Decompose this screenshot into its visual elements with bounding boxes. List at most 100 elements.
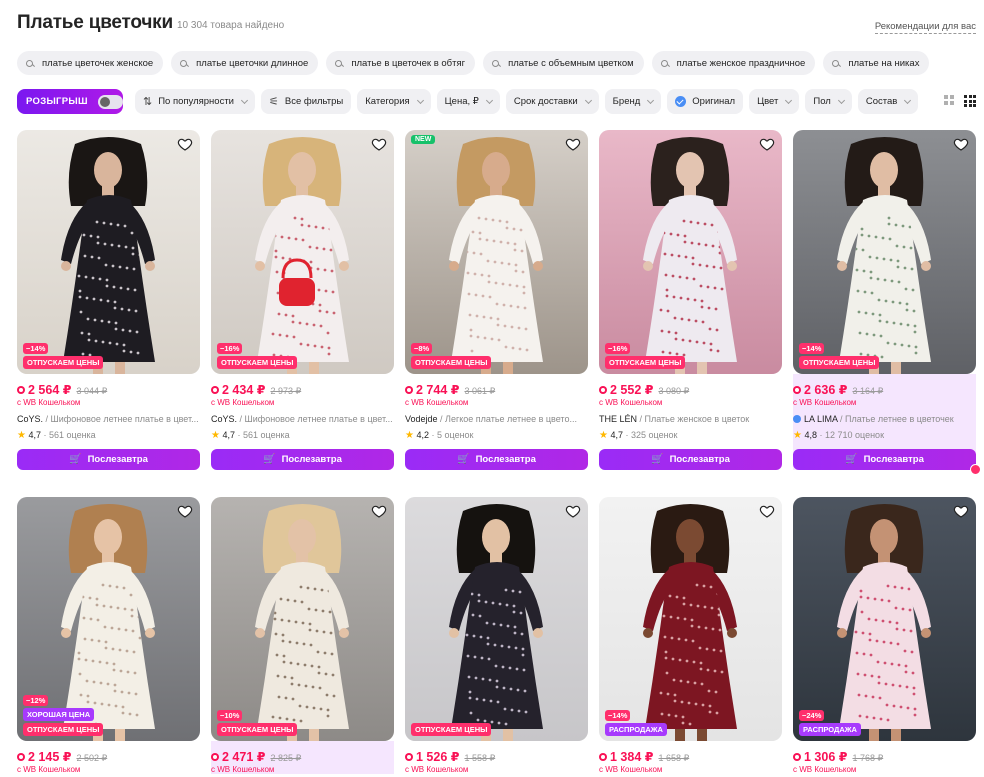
product-card[interactable]: −16% ОТПУСКАЕМ ЦЕНЫ 2 434 ₽ 2 973 ₽ с WB Кош… [211,130,394,470]
product-image[interactable]: NEW −8% ОТПУСКАЕМ ЦЕНЫ [405,130,588,374]
product-info: 2 552 ₽ 3 080 ₽ с WB Кошельком THE LÉN / Пл… [599,374,782,470]
small-grid-icon[interactable] [964,95,976,107]
wallet-icon [405,752,413,761]
filter-gender[interactable]: Пол [805,89,852,114]
product-card[interactable]: −12% ХОРОШАЯ ЦЕНА ОТПУСКАЕМ ЦЕНЫ 2 145 ₽ 2 5… [17,497,200,774]
product-name[interactable]: THE LÉN / Платье женское в цветок [599,414,782,424]
product-image[interactable]: −12% ХОРОШАЯ ЦЕНА ОТПУСКАЕМ ЦЕНЫ [17,497,200,741]
heart-icon[interactable] [565,136,581,152]
suggestion-chips: платье цветочек женское платье цветочки д… [17,51,930,75]
badge-stack: −16% ОТПУСКАЕМ ЦЕНЫ [217,343,298,369]
suggestion-chip[interactable]: платье цветочки длинное [171,51,319,75]
heart-icon[interactable] [759,503,775,519]
view-switcher [944,95,976,107]
old-price: 1 558 ₽ [464,752,496,763]
results-count: 10 304 товара найдено [177,20,285,31]
filter-label: Пол [813,96,831,107]
product-card[interactable]: −14% ОТПУСКАЕМ ЦЕНЫ 2 636 ₽ 3 164 ₽ с WB Кош… [793,130,981,475]
buy-button[interactable]: 🛒 Послезавтра [793,449,976,470]
discount-badge: −16% [217,343,243,354]
product-card[interactable]: −14% ОТПУСКАЕМ ЦЕНЫ 2 564 ₽ 3 044 ₽ с WB Кош… [17,130,200,470]
heart-icon[interactable] [953,503,969,519]
heart-icon[interactable] [177,136,193,152]
product-image[interactable]: −16% ОТПУСКАЕМ ЦЕНЫ [599,130,782,374]
sort-dropdown[interactable]: ⇅ По популярности [135,89,255,114]
cart-icon: 🛒 [457,454,470,465]
brand: THE LÉN [599,414,638,424]
large-grid-icon[interactable] [944,95,954,107]
heart-icon[interactable] [759,136,775,152]
star-icon: ★ [211,430,220,441]
product-info: 1 526 ₽ 1 558 ₽ с WB Кошельком [405,741,588,774]
star-icon: ★ [793,430,802,441]
cart-icon: 🛒 [845,454,858,465]
all-filters-button[interactable]: ⚟ Все фильтры [261,89,352,114]
buy-button[interactable]: 🛒 Послезавтра [599,449,782,470]
filter-price[interactable]: Цена, ₽ [436,89,500,114]
product-image[interactable]: −10% ОТПУСКАЕМ ЦЕНЫ [211,497,394,741]
product-image[interactable]: ОТПУСКАЕМ ЦЕНЫ [405,497,588,741]
cart-icon: 🛒 [651,454,664,465]
suggestion-chip[interactable]: платье цветочек женское [17,51,164,75]
product-image[interactable]: −14% РАСПРОДАЖА [599,497,782,741]
old-price: 3 080 ₽ [658,385,690,396]
product-name[interactable]: CoYS. / Шифоновое летнее платье в цвет..… [211,414,394,424]
filter-category[interactable]: Категория [357,89,431,114]
product-card[interactable]: −16% ОТПУСКАЕМ ЦЕНЫ 2 552 ₽ 3 080 ₽ с WB Кош… [599,130,782,470]
price: 2 434 ₽ [211,382,265,397]
heart-icon[interactable] [953,136,969,152]
product-name[interactable]: CoYS. / Шифоновое летнее платье в цвет..… [17,414,200,424]
product-card[interactable]: ОТПУСКАЕМ ЦЕНЫ 1 526 ₽ 1 558 ₽ с WB Кошельк… [405,497,588,774]
heart-icon[interactable] [565,503,581,519]
suggestion-chip[interactable]: платье в цветочек в обтяг [326,51,476,75]
promo-badge: ОТПУСКАЕМ ЦЕНЫ [217,356,298,369]
suggestion-chip[interactable]: платье на никах [823,51,930,75]
promo-badge: РАСПРОДАЖА [605,723,667,736]
chevron-down-icon [837,96,845,104]
product-image[interactable]: −14% ОТПУСКАЕМ ЦЕНЫ [793,130,976,374]
product-name[interactable]: Vodejde / Легкое платье летнее в цвето..… [405,414,588,424]
recommendations-link[interactable]: Рекомендации для вас [874,21,976,34]
product-image[interactable]: −16% ОТПУСКАЕМ ЦЕНЫ [211,130,394,374]
promo-badge: ОТПУСКАЕМ ЦЕНЫ [799,356,880,369]
buy-button[interactable]: 🛒 Послезавтра [17,449,200,470]
product-image[interactable]: −24% РАСПРОДАЖА [793,497,976,741]
suggestion-chip[interactable]: платье с объемным цветком [483,51,644,75]
buy-button[interactable]: 🛒 Послезавтра [211,449,394,470]
product-info: 2 636 ₽ 3 164 ₽ с WB Кошельком LA LIMA / Пл… [793,374,981,475]
badge-stack: −16% ОТПУСКАЕМ ЦЕНЫ [605,343,686,369]
product-image[interactable]: −14% ОТПУСКАЕМ ЦЕНЫ [17,130,200,374]
product-card[interactable]: −14% РАСПРОДАЖА 1 384 ₽ 1 658 ₽ с WB Кошельк… [599,497,782,774]
product-card[interactable]: NEW −8% ОТПУСКАЕМ ЦЕНЫ 2 744 ₽ 3 061 ₽ с WB К… [405,130,588,470]
product-info: 2 145 ₽ 2 502 ₽ с WB Кошельком [17,741,200,774]
product-card[interactable]: −24% РАСПРОДАЖА 1 306 ₽ 1 768 ₽ с WB Кошельк… [793,497,976,774]
discount-badge: −12% [23,695,49,706]
filter-delivery[interactable]: Срок доставки [505,89,599,114]
heart-icon[interactable] [371,136,387,152]
brand: CoYS. [17,414,44,424]
price: 2 564 ₽ [17,382,71,397]
rating: ★ 4,7 · 561 оценка [211,430,290,441]
filter-color[interactable]: Цвет [749,89,800,114]
cart-icon: 🛒 [69,454,82,465]
toggle-switch[interactable] [97,94,123,109]
price: 2 636 ₽ [793,382,847,397]
suggestion-chip[interactable]: платье женское праздничное [651,51,816,75]
heart-icon[interactable] [371,503,387,519]
price: 2 471 ₽ [211,749,265,764]
filter-brand[interactable]: Бренд [604,89,662,114]
raffle-toggle[interactable]: РОЗЫГРЫШ [17,89,123,114]
chevron-down-icon [647,96,655,104]
product-card[interactable]: −10% ОТПУСКАЕМ ЦЕНЫ 2 471 ₽ 2 825 ₽ с WB Кош… [211,497,394,774]
filter-composition[interactable]: Состав [857,89,919,114]
wallet-icon [211,752,219,761]
heart-icon[interactable] [177,503,193,519]
product-name[interactable]: LA LIMA / Платье летнее в цветочек [793,414,976,424]
buy-button[interactable]: 🛒 Послезавтра [405,449,588,470]
cart-icon: 🛒 [263,454,276,465]
filter-bar: РОЗЫГРЫШ ⇅ По популярности ⚟ Все фильтры… [17,89,919,114]
chip-label: платье цветочек женское [42,57,154,69]
price: 2 552 ₽ [599,382,653,397]
wallet-note: с WB Кошельком [405,398,469,407]
filter-original[interactable]: Оригинал [667,89,744,114]
